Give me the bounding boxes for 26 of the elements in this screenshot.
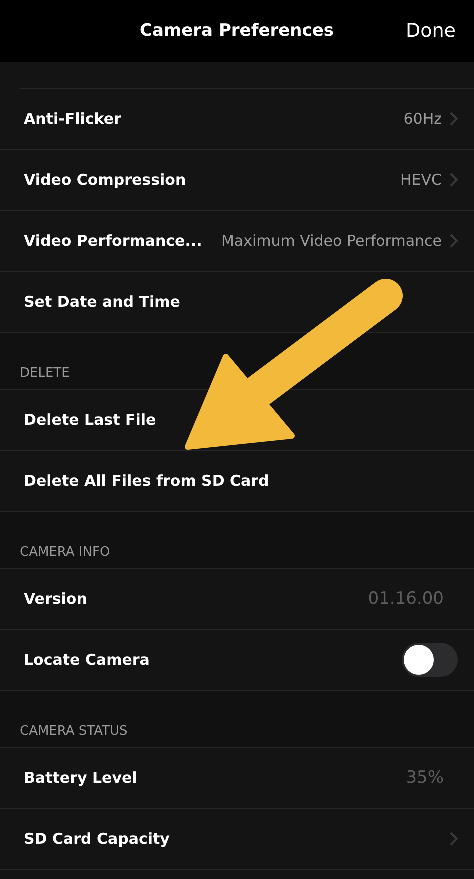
setting-label: Video Performance... bbox=[24, 232, 202, 250]
setting-value: 01.16.00 bbox=[368, 589, 445, 609]
setting-label: Delete Last File bbox=[24, 411, 156, 429]
setting-label: Locate Camera bbox=[24, 651, 150, 669]
screen-title: Camera Preferences bbox=[140, 21, 334, 41]
setting-value: Maximum Video Performance bbox=[221, 232, 442, 250]
done-button[interactable]: Done bbox=[406, 20, 456, 42]
chevron-icon bbox=[450, 832, 458, 846]
setting-label: SD Card Capacity bbox=[24, 830, 170, 848]
setting-label: Delete All Files from SD Card bbox=[24, 472, 270, 490]
setting-label: Video Compression bbox=[24, 171, 186, 189]
setting-value: 60Hz bbox=[404, 110, 442, 128]
setting-row[interactable]: Anti-Flicker 60Hz bbox=[0, 89, 474, 150]
chevron-icon bbox=[450, 234, 458, 248]
chevron-icon bbox=[450, 112, 458, 126]
setting-label: Set Date and Time bbox=[24, 293, 180, 311]
setting-row[interactable]: Video Compression HEVC bbox=[0, 150, 474, 211]
setting-label: Battery Level bbox=[24, 769, 138, 787]
setting-row[interactable]: SD Card Capacity bbox=[0, 809, 474, 870]
setting-value: HEVC bbox=[400, 171, 442, 189]
setting-label: Anti-Flicker bbox=[24, 110, 122, 128]
setting-row[interactable]: Video Performance... Maximum Video Performance bbox=[0, 211, 474, 272]
setting-value: 35% bbox=[406, 768, 445, 788]
chevron-icon bbox=[450, 173, 458, 187]
setting-label: Version bbox=[24, 590, 88, 608]
toggle-switch[interactable] bbox=[402, 643, 458, 677]
